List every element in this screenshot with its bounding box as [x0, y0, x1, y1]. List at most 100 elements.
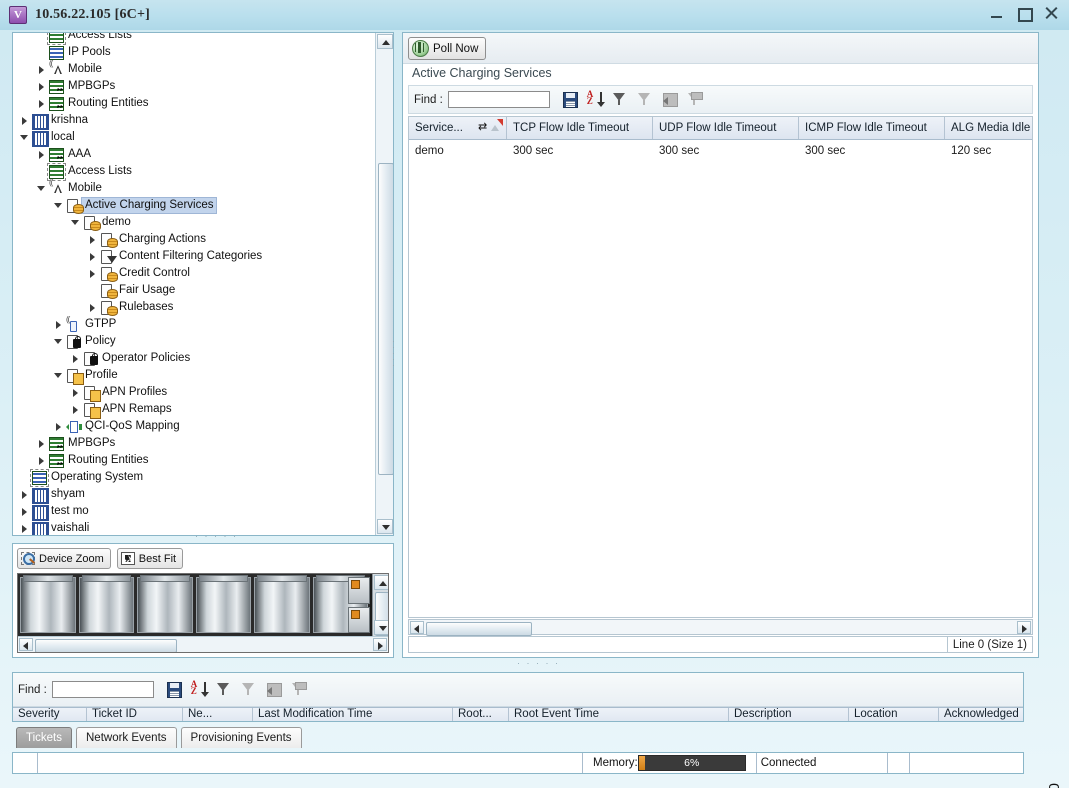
- expand-arrow-icon[interactable]: [36, 455, 47, 466]
- tickets-column-header[interactable]: Acknowledged: [939, 708, 1023, 721]
- tickets-column-header[interactable]: Root...: [453, 708, 509, 721]
- clear-filter-icon[interactable]: [637, 91, 653, 108]
- filter-previous-icon[interactable]: [266, 681, 282, 698]
- sort-az-icon[interactable]: AZ: [191, 680, 209, 698]
- tab-tickets[interactable]: Tickets: [16, 727, 72, 748]
- search-input[interactable]: [447, 91, 550, 108]
- tree-item-rulebases[interactable]: Rulebases: [13, 299, 374, 316]
- tree-item-mobile[interactable]: Mobile: [13, 59, 374, 78]
- close-icon[interactable]: [1043, 4, 1059, 22]
- expand-arrow-icon[interactable]: [36, 438, 47, 449]
- scroll-up-icon[interactable]: [377, 34, 393, 49]
- tickets-column-header[interactable]: Root Event Time: [509, 708, 729, 721]
- tree-item-operating-system[interactable]: Operating System: [13, 469, 374, 487]
- scroll-down-icon[interactable]: [377, 519, 393, 534]
- chassis-card[interactable]: [195, 575, 251, 633]
- horizontal-splitter[interactable]: · · · · ·: [195, 532, 238, 541]
- collapse-arrow-icon[interactable]: [19, 132, 30, 143]
- inventory-tree-panel[interactable]: Access Lists IP Pools Mobile ▸▸ MPBGPs ▸▸ Rout…: [12, 32, 394, 536]
- tickets-column-header[interactable]: Ne...: [183, 708, 253, 721]
- tree-item-krishna[interactable]: krishna: [13, 112, 374, 130]
- tree-item-mpbgps[interactable]: ▸▸ MPBGPs: [13, 78, 374, 95]
- tickets-column-header[interactable]: Ticket ID: [87, 708, 183, 721]
- tree-item-profile[interactable]: Profile: [13, 367, 374, 385]
- expand-arrow-icon[interactable]: [36, 149, 47, 160]
- minimize-icon[interactable]: [989, 4, 1005, 22]
- tickets-column-header[interactable]: Location: [849, 708, 939, 721]
- table-body[interactable]: demo 300 sec 300 sec 300 sec 120 sec: [409, 140, 1032, 161]
- collapse-arrow-icon[interactable]: [53, 200, 64, 211]
- tree-item-routing-entities[interactable]: ▸▸ Routing Entities: [13, 95, 374, 112]
- expand-arrow-icon[interactable]: [19, 506, 30, 517]
- expand-arrow-icon[interactable]: [70, 353, 81, 364]
- collapse-arrow-icon[interactable]: [53, 336, 64, 347]
- tree-item-mobile[interactable]: Mobile: [13, 178, 374, 197]
- tickets-search-input[interactable]: [51, 681, 154, 698]
- chassis-side-module[interactable]: [348, 577, 370, 604]
- tree-item-vaishali[interactable]: vaishali: [13, 520, 374, 535]
- tree-item-active-charging-services[interactable]: Active Charging Services: [13, 197, 374, 214]
- scroll-right-icon[interactable]: [1017, 621, 1031, 634]
- expand-arrow-icon[interactable]: [19, 523, 30, 534]
- expand-arrow-icon[interactable]: [87, 251, 98, 262]
- expand-arrow-icon[interactable]: [87, 234, 98, 245]
- tree-item-access-lists[interactable]: Access Lists: [13, 33, 374, 45]
- sort-indicator-icon[interactable]: [478, 120, 499, 134]
- expand-arrow-icon[interactable]: [87, 302, 98, 313]
- inventory-tree[interactable]: Access Lists IP Pools Mobile ▸▸ MPBGPs ▸▸ Rout…: [13, 33, 374, 535]
- poll-now-button[interactable]: Poll Now: [408, 37, 487, 60]
- scrollbar-thumb[interactable]: [378, 163, 393, 475]
- clear-filter-icon[interactable]: [241, 681, 257, 698]
- scroll-right-icon[interactable]: [373, 638, 387, 651]
- tree-item-mpbgps[interactable]: ▸▸ MPBGPs: [13, 435, 374, 452]
- tree-item-aaa[interactable]: ▸▸ AAA: [13, 146, 374, 163]
- scroll-left-icon[interactable]: [410, 621, 424, 634]
- expand-arrow-icon[interactable]: [70, 404, 81, 415]
- filter-previous-icon[interactable]: [662, 91, 678, 108]
- tree-vertical-scrollbar[interactable]: [375, 33, 393, 535]
- column-header[interactable]: TCP Flow Idle Timeout: [507, 117, 653, 139]
- chassis-card[interactable]: [78, 575, 134, 633]
- filter-icon[interactable]: [612, 91, 628, 108]
- scroll-left-icon[interactable]: [19, 638, 33, 651]
- tree-item-credit-control[interactable]: Credit Control: [13, 265, 374, 282]
- chassis-horizontal-scrollbar[interactable]: [18, 636, 388, 652]
- chassis-view[interactable]: [17, 573, 389, 653]
- table-horizontal-scrollbar[interactable]: [408, 619, 1033, 636]
- vertical-splitter-left[interactable]: · · · · ·: [392, 337, 397, 370]
- collapse-arrow-icon[interactable]: [53, 370, 64, 381]
- tree-item-content-filtering-categories[interactable]: Content Filtering Categories: [13, 248, 374, 265]
- expand-arrow-icon[interactable]: [19, 489, 30, 500]
- horizontal-splitter-right[interactable]: · · · · ·: [517, 659, 560, 668]
- collapse-arrow-icon[interactable]: [70, 217, 81, 228]
- expand-arrow-icon[interactable]: [70, 387, 81, 398]
- tree-item-shyam[interactable]: shyam: [13, 486, 374, 504]
- maximize-icon[interactable]: [1016, 4, 1033, 22]
- device-zoom-button[interactable]: Device Zoom: [17, 548, 111, 569]
- column-header[interactable]: ALG Media Idle Timeout: [945, 117, 1032, 139]
- tree-item-fair-usage[interactable]: Fair Usage: [13, 282, 374, 299]
- tree-item-charging-actions[interactable]: Charging Actions: [13, 231, 374, 248]
- tree-item-local[interactable]: local: [13, 129, 374, 147]
- export-table-icon[interactable]: [562, 91, 578, 108]
- export-table-icon[interactable]: [166, 681, 182, 698]
- tree-item-apn-profiles[interactable]: APN Profiles: [13, 384, 374, 402]
- expand-arrow-icon[interactable]: [87, 268, 98, 279]
- filter-icon[interactable]: [216, 681, 232, 698]
- filter-settings-icon[interactable]: [291, 681, 307, 698]
- column-header[interactable]: UDP Flow Idle Timeout: [653, 117, 799, 139]
- collapse-arrow-icon[interactable]: [36, 183, 47, 194]
- tree-item-operator-policies[interactable]: Operator Policies: [13, 350, 374, 367]
- tab-provisioning-events[interactable]: Provisioning Events: [180, 727, 302, 748]
- scrollbar-thumb[interactable]: [426, 622, 532, 636]
- chassis-card[interactable]: [20, 575, 76, 633]
- expand-arrow-icon[interactable]: [53, 319, 64, 330]
- chassis-card[interactable]: [254, 575, 310, 633]
- tree-item-gtpp[interactable]: GTPP: [13, 315, 374, 333]
- chassis-side-module[interactable]: [348, 606, 370, 633]
- tree-item-qci-qos-mapping[interactable]: QCI-QoS Mapping: [13, 418, 374, 435]
- table-row[interactable]: demo 300 sec 300 sec 300 sec 120 sec: [409, 140, 1032, 161]
- tab-network-events[interactable]: Network Events: [76, 727, 177, 748]
- tree-item-policy[interactable]: Policy: [13, 333, 374, 350]
- expand-arrow-icon[interactable]: [36, 64, 47, 75]
